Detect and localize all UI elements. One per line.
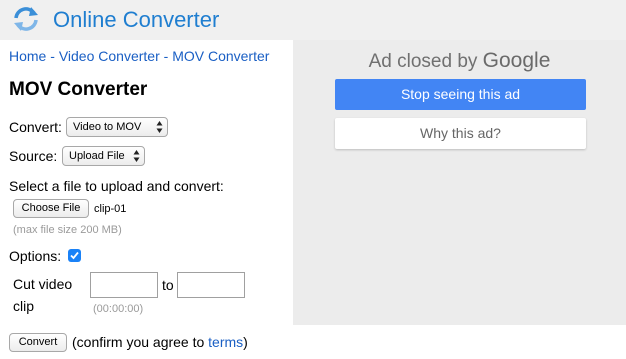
max-file-size-note: (max file size 200 MB) [13,224,122,236]
cut-start-input[interactable] [90,272,158,298]
select-arrows-icon [133,150,140,162]
options-label: Options: [9,248,62,264]
source-select-value: Upload File [69,150,125,162]
stop-seeing-ad-button[interactable]: Stop seeing this ad [335,79,586,110]
source-select[interactable]: Upload File [62,146,145,166]
ad-panel: Ad closed by Google Stop seeing this ad … [293,40,626,325]
convert-select-value: Video to MOV [73,121,142,133]
upload-prompt: Select a file to upload and convert: [9,178,224,194]
breadcrumb-separator: - [159,48,173,64]
terms-link[interactable]: terms [208,334,243,350]
breadcrumb: Home - Video Converter - MOV Converter [9,48,269,65]
checkmark-icon [70,251,79,260]
convert-select[interactable]: Video to MOV [66,117,168,137]
convert-button[interactable]: Convert [9,333,67,352]
breadcrumb-video-converter[interactable]: Video Converter [59,48,160,64]
options-checkbox[interactable] [68,249,81,262]
choose-file-button[interactable]: Choose File [13,199,89,218]
cut-to-label: to [162,277,174,293]
site-name[interactable]: Online Converter [53,7,219,33]
google-brand: Google [482,49,551,72]
refresh-arrows-icon[interactable] [11,4,41,34]
breadcrumb-home[interactable]: Home [9,48,46,64]
page-title: MOV Converter [9,79,148,100]
breadcrumb-mov-converter[interactable]: MOV Converter [172,48,269,64]
selected-file-name: clip-01 [94,203,127,215]
site-header: Online Converter [0,0,626,40]
why-this-ad-button[interactable]: Why this ad? [335,118,586,149]
select-arrows-icon [156,121,163,133]
cut-video-label: Cut video [13,276,73,292]
breadcrumb-separator: - [46,48,59,64]
terms-prefix: (confirm you agree to [72,334,209,350]
convert-label: Convert: [9,119,62,135]
ad-closed-message: Ad closed by Google [293,47,626,76]
terms-suffix: ) [243,334,248,350]
cut-video-label-cont: clip [13,298,35,314]
ad-closed-text: Ad closed by [368,51,478,72]
time-format-hint: (00:00:00) [93,303,144,315]
cut-end-input[interactable] [177,272,245,298]
source-label: Source: [9,148,58,164]
terms-confirmation: (confirm you agree to terms) [72,334,248,351]
